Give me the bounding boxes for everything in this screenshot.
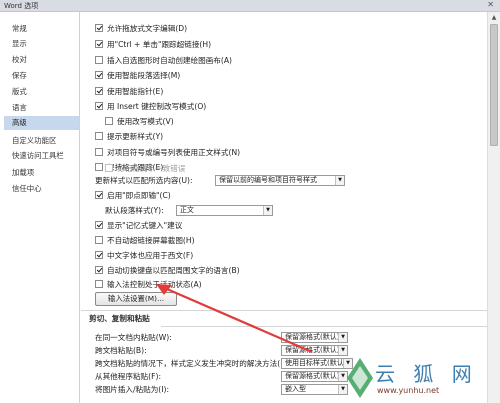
option-smart-cursor[interactable]: 使用智能指针(E) [95, 86, 163, 97]
sidebar-item-general[interactable]: 常规 [4, 22, 79, 36]
option-list-normal-style[interactable]: 对项目符号或编号列表使用正文样式(N) [95, 147, 240, 158]
checkbox[interactable] [95, 191, 103, 199]
style-update-select[interactable]: 保留以前的编号和项目符号样式 ▼ [215, 175, 345, 186]
section-title-cut-copy-paste: 剪切、复制和粘贴 [89, 314, 150, 323]
sidebar-item-quick-access-toolbar[interactable]: 快速访问工具栏 [4, 149, 79, 163]
sidebar-item-language[interactable]: 语言 [4, 101, 79, 115]
chevron-down-icon: ▼ [335, 176, 344, 185]
paste-cross-doc-label: 跨文档粘贴(B): [95, 346, 147, 355]
scroll-up-arrow-icon[interactable]: ▲ [489, 13, 499, 23]
watermark-url: www.yunhu.net [377, 386, 440, 395]
insert-picture-as-label: 将图片插入/粘贴为(I): [95, 385, 170, 394]
option-ime-control-active[interactable]: 输入法控制处于活动状态(A) [95, 279, 202, 290]
option-no-hyperlink-screenshots[interactable]: 不自动超链接屏幕截图(H) [95, 235, 195, 246]
option-click-and-type[interactable]: 启用"即点即输"(C) [95, 190, 171, 201]
chevron-down-icon: ▼ [338, 346, 347, 355]
checkbox[interactable] [95, 132, 103, 140]
sidebar-item-addins[interactable]: 加载项 [4, 166, 79, 180]
option-autocomplete[interactable]: 显示"记忆式键入"建议 [95, 220, 182, 231]
window-title: Word 选项 [4, 2, 39, 10]
checkbox[interactable] [95, 148, 103, 156]
checkbox [105, 164, 113, 172]
section-divider-rule [161, 326, 487, 327]
sidebar-item-trust-center[interactable]: 信任中心 [4, 182, 79, 196]
sidebar-item-save[interactable]: 保存 [4, 69, 79, 83]
advanced-options-panel: 允许拖放式文字编辑(D) 用"Ctrl + 单击"跟踪超链接(H) 插入自选图形… [81, 12, 487, 403]
checkbox[interactable] [95, 102, 103, 110]
checkbox[interactable] [95, 24, 103, 32]
option-drawing-canvas[interactable]: 插入自选图形时自动创建绘图画布(A) [95, 55, 232, 66]
vertical-scrollbar[interactable]: ▲ [487, 12, 500, 403]
insert-picture-as-select[interactable]: 嵌入型 ▼ [281, 384, 348, 395]
option-smart-paragraph[interactable]: 使用智能段落选择(M) [95, 70, 180, 81]
site-watermark: 云 狐 网 www.yunhu.net [345, 356, 495, 403]
checkbox[interactable] [95, 236, 103, 244]
option-prompt-update-style[interactable]: 提示更新样式(Y) [95, 131, 163, 142]
sidebar-item-layout[interactable]: 版式 [4, 85, 79, 99]
title-bar: Word 选项 ✕ [0, 0, 500, 12]
close-icon[interactable]: ✕ [487, 0, 494, 9]
default-para-style-label: 默认段落样式(Y): [105, 206, 164, 215]
sidebar-item-advanced[interactable]: 高级 [4, 116, 79, 130]
chevron-down-icon: ▼ [338, 333, 347, 342]
checkbox[interactable] [95, 221, 103, 229]
checkbox[interactable] [95, 87, 103, 95]
option-insert-key-overtype[interactable]: 用 Insert 键控制改写模式(O) [95, 101, 206, 112]
option-mark-format-inconsistency: 标记格式不一致错误 [105, 163, 185, 174]
option-ctrl-click-hyperlink[interactable]: 用"Ctrl + 单击"跟踪超链接(H) [95, 39, 211, 50]
watermark-text: 云 狐 网 [375, 362, 478, 386]
style-update-label: 更新样式以匹配所选内容(U): [95, 176, 193, 185]
paste-other-programs-label: 从其他程序粘贴(F): [95, 372, 162, 381]
default-para-style-select[interactable]: 正文 ▼ [176, 205, 273, 216]
section-divider [81, 310, 487, 311]
scroll-thumb[interactable] [490, 24, 498, 146]
chevron-down-icon: ▼ [263, 206, 272, 215]
paste-same-doc-label: 在同一文档内粘贴(W): [95, 333, 172, 342]
sidebar-item-customize-ribbon[interactable]: 自定义功能区 [4, 134, 79, 148]
option-use-overtype[interactable]: 使用改写模式(V) [105, 116, 174, 127]
checkbox[interactable] [95, 40, 103, 48]
sidebar-item-proofing[interactable]: 校对 [4, 53, 79, 67]
paste-other-programs-select[interactable]: 保留源格式(默认) ▼ [281, 371, 348, 382]
checkbox[interactable] [95, 251, 103, 259]
ime-settings-button[interactable]: 输入法设置(M)... [95, 292, 177, 306]
option-drag-drop[interactable]: 允许拖放式文字编辑(D) [95, 23, 187, 34]
paste-style-conflict-label: 跨文档粘贴的情况下，样式定义发生冲突时的解决方法(E): [95, 359, 281, 368]
checkbox[interactable] [95, 280, 103, 288]
sidebar-item-display[interactable]: 显示 [4, 37, 79, 51]
checkbox[interactable] [95, 71, 103, 79]
paste-same-doc-select[interactable]: 保留源格式(默认) ▼ [281, 332, 348, 343]
option-auto-switch-keyboard[interactable]: 自动切换键盘以匹配周围文字的语言(B) [95, 265, 240, 276]
paste-style-conflict-select[interactable]: 使用目标样式(默认) ▼ [281, 358, 353, 369]
paste-cross-doc-select[interactable]: 保留源格式(默认) ▼ [281, 345, 348, 356]
options-sidebar: 常规 显示 校对 保存 版式 语言 高级 自定义功能区 快速访问工具栏 加载项 … [0, 12, 80, 403]
checkbox[interactable] [95, 56, 103, 64]
option-chinese-font-latin[interactable]: 中文字体也应用于西文(F) [95, 250, 193, 261]
checkbox[interactable] [95, 163, 103, 171]
checkbox[interactable] [105, 117, 113, 125]
watermark-logo-icon [347, 358, 373, 398]
checkbox[interactable] [95, 266, 103, 274]
